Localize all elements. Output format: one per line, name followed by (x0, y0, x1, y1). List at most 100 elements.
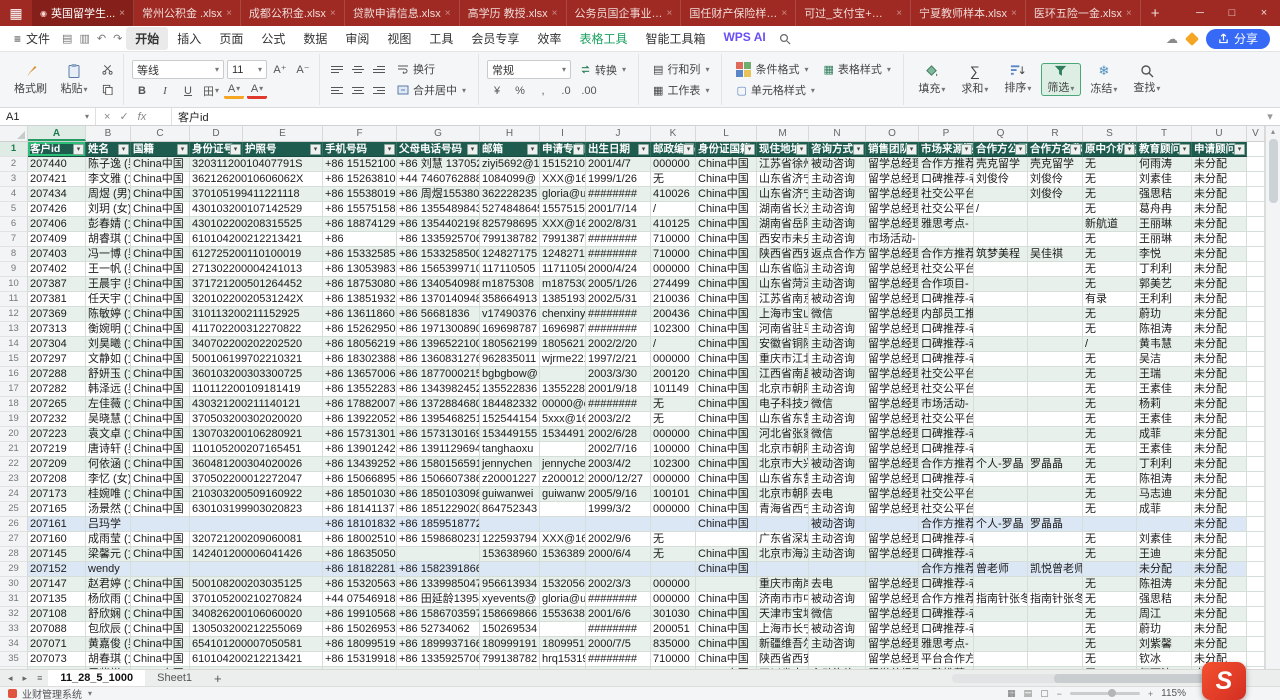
cell[interactable]: 周江 (1137, 607, 1192, 622)
cell[interactable]: 153638960 (480, 547, 540, 562)
cell[interactable] (1028, 412, 1083, 427)
cell[interactable]: 未分配 (1192, 322, 1247, 337)
cell[interactable]: 未分配 (1192, 157, 1247, 172)
cell[interactable]: 河北省张家 (757, 427, 809, 442)
align-top-button[interactable] (328, 62, 346, 77)
column-header-R[interactable]: R (1028, 126, 1083, 141)
cell[interactable]: 未分配 (1192, 352, 1247, 367)
row-number[interactable]: 23 (0, 472, 28, 487)
cell[interactable]: bgbgbow@ (480, 367, 540, 382)
cell[interactable]: m1875308 (480, 277, 540, 292)
wps-assistant-logo[interactable]: S (1202, 662, 1246, 700)
cell[interactable]: China中国 (696, 652, 757, 667)
cell[interactable]: +86 1372884680 (397, 397, 480, 412)
row-number[interactable]: 31 (0, 592, 28, 607)
cell[interactable] (1247, 517, 1265, 532)
cell[interactable]: 362228235 (480, 187, 540, 202)
cell[interactable]: 32010220020531242X (190, 292, 323, 307)
filter-button[interactable]: ▾ (310, 144, 321, 155)
file-tab[interactable]: 高学历 教授.xlsx× (460, 0, 567, 26)
menu-item-数据[interactable]: 数据 (294, 27, 336, 50)
header-cell[interactable]: 身份证国籍▾ (696, 142, 757, 157)
cell[interactable]: 口碑推荐-老客户 (919, 427, 974, 442)
cell[interactable] (1247, 502, 1265, 517)
cell[interactable]: 陕西省西安 (757, 247, 809, 262)
cell[interactable]: 新航道 (1083, 217, 1137, 232)
cell[interactable]: China中国 (131, 457, 190, 472)
cell[interactable]: 上海市长宁 (757, 622, 809, 637)
cell[interactable]: 合作项目- (919, 277, 974, 292)
tab-close-icon[interactable]: × (552, 8, 558, 19)
cell[interactable]: 000000 (651, 157, 696, 172)
cell[interactable]: 社交公平台- (919, 382, 974, 397)
cell[interactable]: 654101200007050581 (190, 637, 323, 652)
cell[interactable] (919, 232, 974, 247)
cancel-entry-icon[interactable]: × (104, 111, 110, 123)
tab-close-icon[interactable]: × (781, 8, 787, 19)
cell[interactable] (1247, 457, 1265, 472)
cell[interactable] (1247, 592, 1265, 607)
cell[interactable] (974, 622, 1028, 637)
file-tab[interactable]: 常州公积金 .xlsx× (134, 0, 241, 26)
cell[interactable]: +86 18056219 (323, 337, 397, 352)
cell[interactable]: 150269534 (480, 622, 540, 637)
cell[interactable]: 桂婉唯 (女 (86, 487, 131, 502)
cell[interactable]: China中国 (131, 622, 190, 637)
cell[interactable]: +86 18141137 (323, 502, 397, 517)
cell[interactable]: tanghaoxu (480, 442, 540, 457)
cell[interactable]: 207387 (28, 277, 86, 292)
horizontal-scroll-thumb[interactable] (1054, 674, 1204, 683)
convert-button[interactable]: 转换▾ (574, 61, 632, 79)
cell[interactable]: +86 13922052 (323, 412, 397, 427)
cell[interactable]: +86 18753080 (323, 277, 397, 292)
cell[interactable]: 冯一博 (男 (86, 247, 131, 262)
cell[interactable] (1028, 427, 1083, 442)
tab-close-icon[interactable]: × (119, 8, 125, 19)
cell[interactable]: +86 15262950 (323, 322, 397, 337)
cell[interactable]: 微信 (809, 427, 866, 442)
cell[interactable] (1028, 637, 1083, 652)
cell[interactable]: 153638960 (540, 547, 586, 562)
cell[interactable]: 主动咨询 (809, 202, 866, 217)
cell[interactable]: 留学总经理部 (866, 622, 919, 637)
cell[interactable]: 留学总经理部 (866, 502, 919, 517)
cell[interactable]: 湖南省长沙 (757, 202, 809, 217)
cell[interactable]: 301030 (651, 607, 696, 622)
file-tab[interactable]: 医环五险一金.xlsx× (1026, 0, 1141, 26)
cell[interactable]: 207369 (28, 307, 86, 322)
cell[interactable]: 610104200212213421 (190, 652, 323, 667)
tab-close-icon[interactable]: × (1126, 8, 1132, 19)
cell[interactable] (1247, 652, 1265, 667)
filter-button[interactable]: ▾ (638, 144, 649, 155)
cell[interactable]: China中国 (696, 277, 757, 292)
cell[interactable]: 口碑推荐-老客户 (919, 472, 974, 487)
cell[interactable]: +86 13554898432 (397, 202, 480, 217)
cell[interactable]: 207219 (28, 442, 86, 457)
cell[interactable] (974, 292, 1028, 307)
row-number[interactable]: 5 (0, 202, 28, 217)
cell[interactable]: jennychen (480, 457, 540, 472)
cell[interactable]: 5274848645 (480, 202, 540, 217)
cell[interactable] (586, 517, 651, 532)
cell[interactable] (1247, 322, 1265, 337)
column-header-Q[interactable]: Q (974, 126, 1028, 141)
cell[interactable]: 山东省东营 (757, 412, 809, 427)
cell[interactable]: China中国 (131, 172, 190, 187)
cell[interactable]: 丁利利 (1137, 457, 1192, 472)
filter-button[interactable]: ▾ (527, 144, 538, 155)
cell[interactable]: +86 13439252 (323, 457, 397, 472)
cell[interactable]: 社交公平台- (919, 187, 974, 202)
header-cell[interactable]: 合作方公司▾ (974, 142, 1028, 157)
cell[interactable]: 合作方推荐 (919, 562, 974, 577)
cell[interactable] (1247, 532, 1265, 547)
cell[interactable] (1247, 292, 1265, 307)
cell[interactable]: +86 18302388 (323, 352, 397, 367)
cell[interactable]: 凯悦曾老师 (1028, 562, 1083, 577)
cell[interactable]: 留学总经理部 (866, 592, 919, 607)
row-number[interactable]: 8 (0, 247, 28, 262)
cell[interactable]: 2002/6/28 (586, 427, 651, 442)
tab-close-icon[interactable]: × (1011, 8, 1017, 19)
cell[interactable]: 被动咨询 (809, 292, 866, 307)
cell[interactable] (1028, 277, 1083, 292)
filter-button[interactable]: ▾ (73, 144, 84, 155)
